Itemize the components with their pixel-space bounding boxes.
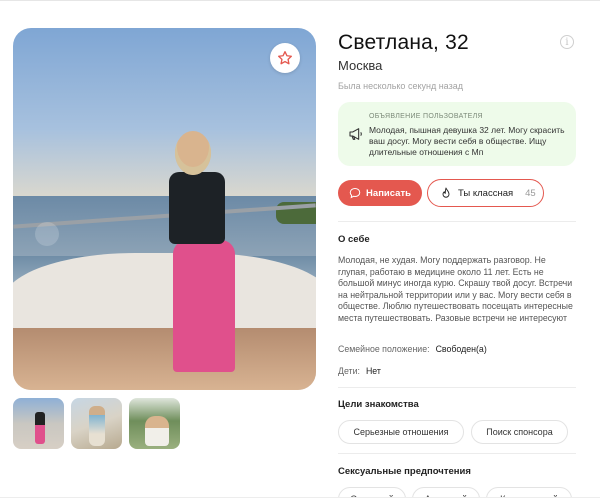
compliment-count: 45 — [525, 187, 536, 199]
profile-info: Светлана, 32 i Москва Была несколько сек… — [338, 1, 583, 503]
photo-thumbnail-3[interactable] — [129, 398, 180, 449]
goal-chip[interactable]: Серьезные отношения — [338, 420, 464, 444]
goals-title: Цели знакомства — [338, 399, 419, 410]
marital-status: Семейное положение: Свободен(а) — [338, 344, 487, 354]
photo-person-legs — [173, 240, 235, 372]
prev-photo-button[interactable] — [35, 222, 59, 246]
profile-city: Москва — [338, 58, 383, 73]
info-icon[interactable]: i — [560, 35, 574, 49]
megaphone-icon — [349, 128, 362, 140]
photo-person-top — [169, 172, 225, 244]
profile-page: Светлана, 32 i Москва Была несколько сек… — [0, 0, 600, 503]
thumbnail-figure — [145, 416, 169, 446]
kids-value: Нет — [365, 366, 381, 376]
main-photo[interactable] — [13, 28, 316, 390]
divider — [338, 387, 576, 388]
announcement-box: ОБЪЯВЛЕНИЕ ПОЛЬЗОВАТЕЛЯ Молодая, пышная … — [338, 102, 576, 166]
chat-bubble-icon — [349, 187, 361, 199]
goal-chip[interactable]: Поиск спонсора — [471, 420, 568, 444]
kids-label: Дети: — [338, 366, 360, 376]
about-text: Молодая, не худая. Могу поддержать разго… — [338, 255, 573, 323]
last-seen-status: Была несколько секунд назад — [338, 81, 463, 91]
write-message-button[interactable]: Написать — [338, 180, 422, 206]
compliment-button[interactable]: Ты классная 45 — [427, 179, 544, 207]
photo-person-head — [175, 131, 211, 175]
thumbnail-figure — [89, 406, 105, 446]
photo-thumbnail-2[interactable] — [71, 398, 122, 449]
about-title: О себе — [338, 234, 370, 245]
divider — [338, 221, 576, 222]
favorite-button[interactable] — [270, 43, 300, 73]
preferences-title: Сексуальные предпочтения — [338, 466, 471, 477]
write-message-label: Написать — [366, 187, 411, 199]
announcement-text: Молодая, пышная девушка 32 лет. Могу скр… — [369, 125, 565, 157]
photo-floor — [13, 328, 316, 390]
kids-status: Дети: Нет — [338, 366, 381, 376]
compliment-label: Ты классная — [458, 187, 514, 199]
thumbnail-figure — [35, 412, 45, 444]
photo-sea — [13, 196, 316, 256]
flame-icon — [442, 187, 450, 198]
star-icon — [278, 51, 292, 65]
profile-name: Светлана, 32 — [338, 31, 469, 54]
divider — [338, 453, 576, 454]
bottom-edge — [0, 497, 600, 503]
marital-status-value: Свободен(а) — [435, 344, 487, 354]
announcement-title: ОБЪЯВЛЕНИЕ ПОЛЬЗОВАТЕЛЯ — [369, 113, 483, 120]
photo-thumbnail-1[interactable] — [13, 398, 64, 449]
marital-status-label: Семейное положение: — [338, 344, 430, 354]
